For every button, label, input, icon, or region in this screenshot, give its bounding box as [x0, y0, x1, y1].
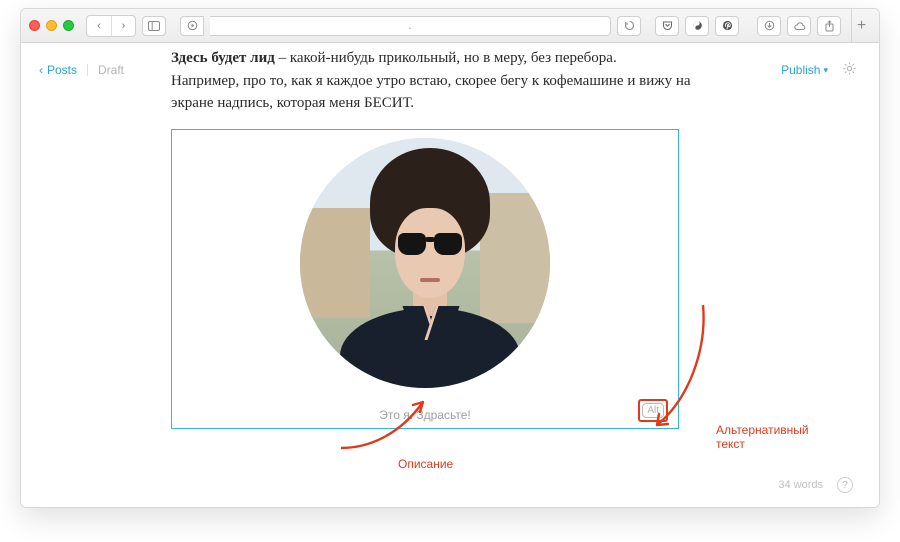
reload-icon: [624, 20, 635, 31]
annotation-alt-label: Альтернативный текст: [716, 423, 809, 452]
publish-button[interactable]: Publish ▾: [781, 63, 828, 77]
close-window-button[interactable]: [29, 20, 40, 31]
yin-yang-icon: [692, 20, 703, 31]
alt-text-button[interactable]: Alt: [642, 403, 664, 418]
caption-input[interactable]: [355, 408, 495, 422]
annotation-description-label: Описание: [398, 457, 453, 471]
address-bar[interactable]: .: [210, 16, 611, 36]
browser-toolbar: ‹ › .: [21, 9, 879, 43]
downloads-button[interactable]: [757, 16, 781, 36]
new-tab-button[interactable]: +: [851, 9, 871, 43]
pocket-icon: [662, 20, 673, 31]
back-button[interactable]: ‹: [87, 16, 111, 36]
page-content: ‹ Posts Draft Здесь будет лид – какой-ни…: [21, 43, 879, 507]
nav-buttons: ‹ ›: [86, 15, 136, 37]
settings-button[interactable]: [842, 61, 857, 79]
lead-paragraph[interactable]: Здесь будет лид – какой-нибудь прикольны…: [171, 47, 731, 115]
back-label: Posts: [47, 63, 77, 77]
help-button[interactable]: ?: [837, 477, 853, 493]
sidebar-icon: [148, 21, 160, 31]
left-rail: ‹ Posts Draft: [21, 43, 171, 507]
maximize-window-button[interactable]: [63, 20, 74, 31]
separator: [87, 64, 88, 76]
alt-text-button-highlight: Alt: [638, 399, 668, 422]
lead-rest1: – какой-нибудь прикольный, но в меру, бе…: [275, 50, 617, 66]
top-right-actions: Publish ▾: [781, 61, 857, 79]
lead-bold: Здесь будет лид: [171, 50, 275, 66]
chevron-down-icon: ▾: [823, 65, 828, 76]
share-icon: [824, 20, 835, 32]
icloud-button[interactable]: [787, 16, 811, 36]
lead-line2: Например, про то, как я каждое утро вста…: [171, 73, 691, 112]
window-controls: [29, 20, 74, 31]
toolbar-extensions: [655, 16, 739, 36]
draft-status: Draft: [98, 63, 124, 77]
forward-button[interactable]: ›: [111, 16, 135, 36]
address-text: .: [408, 20, 411, 32]
back-to-posts[interactable]: ‹ Posts: [39, 63, 77, 77]
word-count: 34 words: [778, 479, 823, 491]
portrait-image[interactable]: [300, 138, 550, 388]
gear-icon: [842, 61, 857, 76]
reader-button[interactable]: [180, 16, 204, 36]
pinterest-button[interactable]: [715, 16, 739, 36]
caption-row: [172, 408, 678, 422]
pocket-button[interactable]: [655, 16, 679, 36]
minimize-window-button[interactable]: [46, 20, 57, 31]
address-bar-group: .: [180, 16, 641, 36]
browser-window: ‹ › .: [20, 8, 880, 508]
reload-button[interactable]: [617, 16, 641, 36]
reader-icon: [187, 20, 198, 31]
safari-ext-button[interactable]: [685, 16, 709, 36]
cloud-icon: [793, 21, 806, 31]
pinterest-icon: [722, 20, 733, 31]
sidebar-toggle-button[interactable]: [142, 16, 166, 36]
publish-label: Publish: [781, 63, 820, 77]
image-figure-selected[interactable]: Alt: [171, 129, 679, 429]
editor-footer: 34 words ?: [778, 477, 853, 493]
download-icon: [764, 20, 775, 31]
toolbar-right: [757, 16, 841, 36]
chevron-left-icon: ‹: [39, 63, 43, 77]
share-button[interactable]: [817, 16, 841, 36]
